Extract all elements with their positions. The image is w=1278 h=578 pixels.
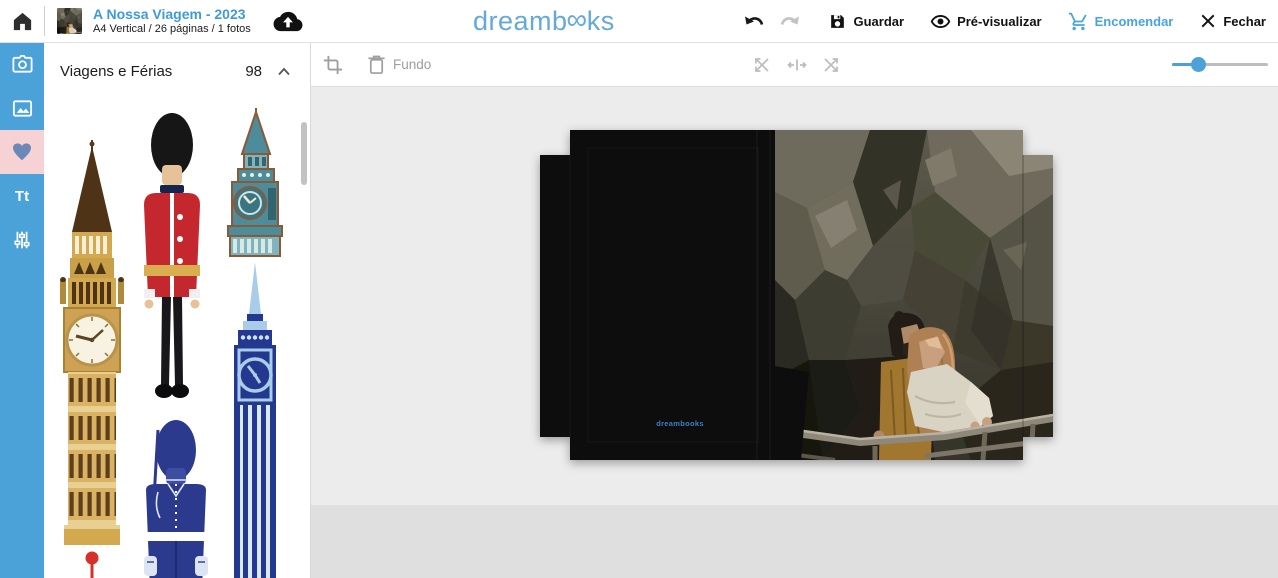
front-cover-photo[interactable] (775, 130, 1053, 460)
logo-suffix: ks (587, 6, 615, 37)
zoom-slider[interactable] (1172, 63, 1268, 66)
cloud-sync-button[interactable] (271, 6, 305, 36)
tool-layouts[interactable] (0, 86, 44, 130)
topbar-actions: Guardar Pré-visualizar Encomendar Fe (742, 0, 1266, 42)
crop-icon (322, 54, 344, 76)
project-info: A Nossa Viagem - 2023 A4 Vertical / 26 p… (93, 6, 251, 36)
cart-icon (1068, 11, 1089, 32)
trash-icon (367, 54, 386, 75)
save-button[interactable]: Guardar (828, 12, 904, 31)
close-icon (1199, 12, 1217, 30)
text-icon: Tt (15, 188, 29, 205)
cloud-upload-icon (273, 9, 303, 33)
tool-text[interactable]: Tt (0, 174, 44, 218)
background-label: Fundo (393, 57, 431, 72)
back-cover-brand: dreambooks (656, 419, 704, 428)
order-label: Encomendar (1095, 14, 1174, 29)
move-right-page-button[interactable] (821, 43, 843, 86)
logo-prefix: dreamb (473, 6, 568, 37)
preview-label: Pré-visualizar (957, 14, 1042, 29)
preview-button[interactable]: Pré-visualizar (930, 11, 1042, 32)
undo-button[interactable] (742, 10, 766, 32)
close-button[interactable]: Fechar (1199, 12, 1266, 30)
camera-icon (11, 53, 34, 76)
swap-pages-button[interactable] (786, 43, 808, 86)
clipart-big-ben-gold[interactable] (58, 140, 126, 545)
app-logo: dreamb∞ks (473, 5, 615, 38)
clipart-category-header[interactable]: Viagens e Férias 98 (60, 56, 292, 86)
eye-icon (930, 11, 951, 32)
swap-diagonal-left-icon (750, 54, 772, 76)
canvas-toolbar: Fundo (311, 43, 1278, 87)
topbar-left: A Nossa Viagem - 2023 A4 Vertical / 26 p… (0, 0, 305, 42)
clipart-royal-guard-red[interactable] (140, 113, 204, 405)
project-title: A Nossa Viagem - 2023 (93, 6, 251, 22)
redo-icon (778, 10, 802, 32)
home-icon (11, 10, 34, 33)
crop-button[interactable] (322, 43, 344, 86)
tool-rail: Tt (0, 42, 44, 578)
sliders-icon (11, 229, 33, 251)
home-button[interactable] (0, 0, 44, 42)
chevron-up-icon (276, 65, 292, 77)
heart-icon (10, 140, 34, 164)
photobook-editor: A Nossa Viagem - 2023 A4 Vertical / 26 p… (0, 0, 1278, 578)
panel-scrollbar-thumb[interactable] (301, 122, 307, 185)
clipart-panel: Viagens e Férias 98 (44, 42, 311, 578)
history-buttons (742, 10, 802, 32)
undo-icon (742, 10, 766, 32)
close-label: Fechar (1223, 14, 1266, 29)
project-meta: A4 Vertical / 26 páginas / 1 fotos (93, 23, 251, 36)
swap-horizontal-icon (786, 54, 808, 76)
topbar-divider (44, 6, 45, 36)
save-icon (828, 12, 847, 31)
clipart-big-ben-teal[interactable] (220, 108, 290, 258)
clipart-clock-tower-blue[interactable] (222, 262, 288, 578)
swap-diagonal-right-icon (821, 54, 843, 76)
move-left-page-button[interactable] (750, 43, 772, 86)
book-cover-spread[interactable]: dreambooks (540, 130, 1053, 460)
clipart-royal-guard-navy[interactable] (138, 420, 214, 578)
logo-infinity-glyph: ∞ (567, 4, 588, 37)
tool-cliparts[interactable] (0, 130, 44, 174)
clipart-red-sign-pin[interactable] (84, 550, 100, 578)
save-label: Guardar (853, 14, 904, 29)
topbar: A Nossa Viagem - 2023 A4 Vertical / 26 p… (0, 0, 1278, 43)
order-button[interactable]: Encomendar (1068, 11, 1174, 32)
clipart-category-label: Viagens e Férias (60, 63, 245, 80)
tool-photos[interactable] (0, 42, 44, 86)
tool-adjust[interactable] (0, 218, 44, 262)
zoom-slider-thumb[interactable] (1191, 57, 1206, 72)
background-button[interactable]: Fundo (367, 43, 431, 86)
filmstrip (311, 505, 1278, 578)
redo-button[interactable] (778, 10, 802, 32)
clipart-category-count: 98 (245, 63, 262, 80)
image-icon (11, 97, 34, 120)
project-thumbnail (57, 8, 82, 34)
